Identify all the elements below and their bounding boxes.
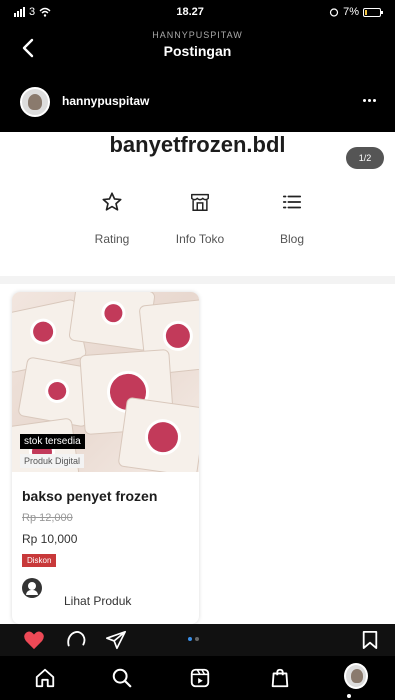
nav-titles: HANNYPUSPITAW Postingan (0, 30, 395, 59)
shop-name: banyetfrozen.bdl (109, 132, 286, 157)
status-bar: 3 18.27 7% (0, 0, 395, 24)
comment-icon[interactable] (64, 628, 88, 652)
product-card[interactable]: stok tersedia Produk Digital bakso penye… (12, 292, 199, 624)
home-icon[interactable] (33, 666, 57, 690)
status-right: 7% (329, 6, 383, 18)
reels-icon[interactable] (188, 666, 212, 690)
status-left: 3 (14, 6, 51, 18)
profile-icon[interactable] (344, 663, 368, 689)
heart-icon[interactable] (22, 628, 46, 652)
battery-percent: 7% (343, 6, 359, 18)
nav-header: HANNYPUSPITAW Postingan (0, 24, 395, 70)
post-header: hannypuspitaw (0, 70, 395, 132)
bookmark-icon[interactable] (358, 628, 382, 652)
signal-icon (14, 7, 25, 17)
bottom-tab-bar (0, 656, 395, 700)
status-time: 18.27 (176, 6, 204, 18)
shop-icon[interactable] (268, 666, 292, 690)
original-price: Rp 12,000 (22, 512, 73, 524)
battery-icon (363, 7, 383, 17)
more-options-icon[interactable] (357, 90, 381, 110)
tab-info-toko[interactable]: Info Toko (150, 184, 250, 264)
post-content: banyetfrozen.bdl 1/2 Rating Info Toko Bl… (0, 132, 395, 624)
nav-subtitle: HANNYPUSPITAW (152, 30, 243, 40)
wifi-icon (39, 7, 51, 17)
image-count-badge: 1/2 (346, 147, 384, 169)
share-icon[interactable] (104, 628, 128, 652)
search-icon[interactable] (110, 666, 134, 690)
alarm-icon (329, 8, 339, 17)
product-image[interactable]: stok tersedia Produk Digital (12, 292, 199, 472)
active-tab-indicator (347, 694, 351, 698)
tab-rating-label: Rating (94, 232, 130, 246)
tab-blog[interactable]: Blog (242, 184, 342, 264)
profile-avatar (344, 663, 368, 689)
list-icon (242, 184, 342, 220)
product-name: bakso penyet frozen (22, 488, 158, 504)
star-icon (62, 184, 162, 220)
post-action-bar (0, 624, 395, 656)
avatar[interactable] (20, 87, 50, 117)
tab-rating[interactable]: Rating (62, 184, 162, 264)
discount-badge: Diskon (22, 554, 57, 567)
product-price: Rp 10,000 (22, 532, 78, 546)
username[interactable]: hannypuspitaw (62, 94, 149, 108)
tab-blog-label: Blog (279, 232, 305, 246)
view-product-link[interactable]: Lihat Produk (64, 594, 131, 608)
carousel-indicator (188, 637, 199, 641)
page-title: Postingan (163, 43, 232, 59)
carrier-label: 3 (29, 6, 36, 18)
divider (0, 276, 395, 284)
seller-avatar-icon (22, 578, 42, 598)
stock-badge: stok tersedia (20, 434, 85, 449)
product-type-badge: Produk Digital (20, 454, 85, 468)
store-icon (150, 184, 250, 220)
shop-tabs: Rating Info Toko Blog (0, 184, 395, 264)
tab-info-label: Info Toko (175, 232, 225, 246)
